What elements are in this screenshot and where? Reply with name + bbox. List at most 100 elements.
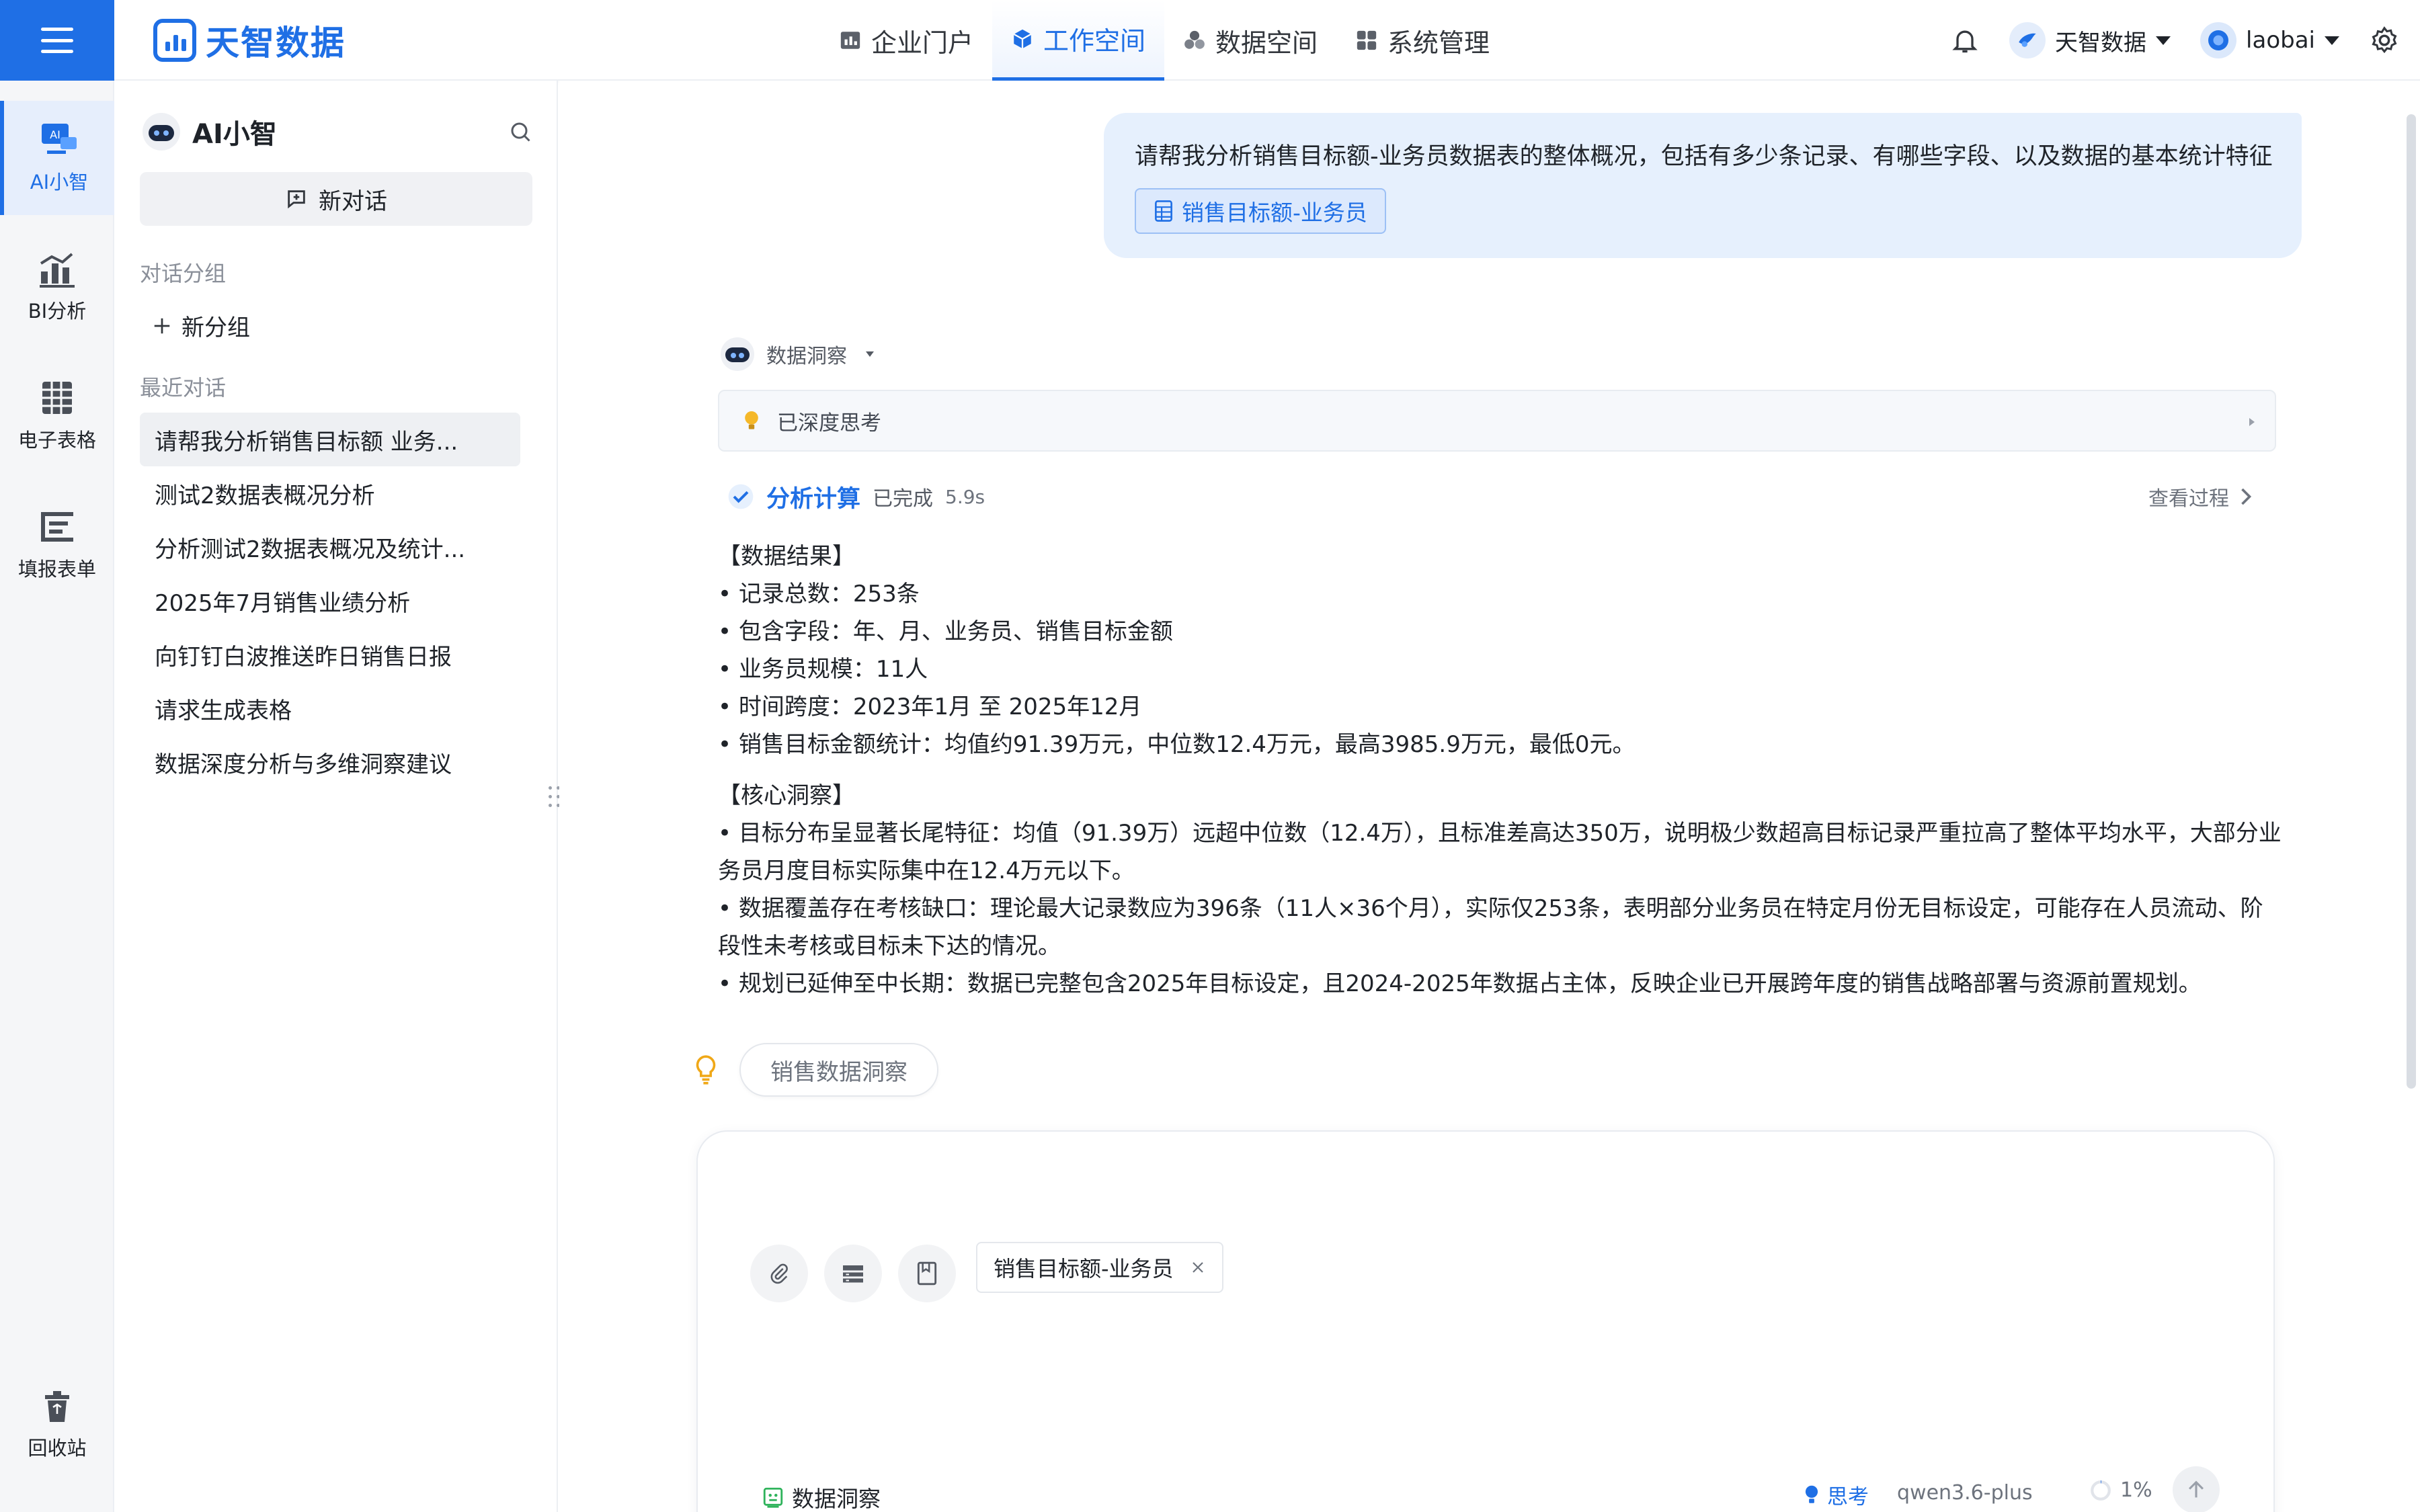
conversation-header: AI小智 bbox=[143, 105, 532, 159]
cluster-icon bbox=[1184, 30, 1205, 49]
rail-label: BI分析 bbox=[28, 300, 87, 323]
mode-selector[interactable]: 数据洞察 bbox=[762, 1481, 881, 1512]
attach-button[interactable] bbox=[750, 1245, 808, 1302]
rail-item-ai-assistant[interactable]: AI AI小智 bbox=[0, 101, 114, 215]
conversation-item[interactable]: 2025年7月销售业绩分析 bbox=[140, 574, 520, 628]
analysis-duration: 5.9s bbox=[945, 485, 985, 508]
top-nav: 企业门户 工作空间 数据空间 系统管理 bbox=[820, 0, 1508, 81]
gear-icon[interactable] bbox=[2369, 25, 2400, 56]
conversation-item[interactable]: 数据深度分析与多维洞察建议 bbox=[140, 735, 520, 789]
table-select-button[interactable] bbox=[824, 1245, 882, 1302]
insight-item: • 目标分布呈显著长尾特征：均值（91.39万）远超中位数（12.4万），且标准… bbox=[718, 820, 2282, 884]
plus-icon bbox=[154, 318, 170, 333]
nav-label: 企业门户 bbox=[871, 28, 974, 58]
nav-system-admin[interactable]: 系统管理 bbox=[1336, 0, 1508, 81]
nav-label: 系统管理 bbox=[1387, 28, 1490, 58]
robot-icon bbox=[721, 337, 754, 371]
nav-label: 数据空间 bbox=[1215, 28, 1318, 58]
insight-mode-icon bbox=[763, 1487, 783, 1508]
trash-icon bbox=[45, 1391, 69, 1422]
rail-label: 填报表单 bbox=[17, 558, 96, 581]
new-chat-label: 新对话 bbox=[319, 187, 387, 215]
user-name: laobai bbox=[2246, 27, 2315, 54]
composer-attachment-name: 销售目标额-业务员 bbox=[994, 1256, 1174, 1282]
insight-item: • 规划已延伸至中长期：数据已完整包含2025年目标设定，且2024-2025年… bbox=[718, 970, 2202, 997]
view-process-label: 查看过程 bbox=[2148, 487, 2229, 511]
bookmark-button[interactable] bbox=[898, 1245, 956, 1302]
result-item: • 销售目标金额统计：均值约91.39万元，中位数12.4万元，最高3985.9… bbox=[718, 731, 1636, 758]
logo-mark-icon bbox=[153, 19, 196, 62]
thinking-label: 已深度思考 bbox=[777, 411, 881, 435]
org-switcher[interactable]: 天智数据 bbox=[2009, 22, 2171, 58]
model-selector[interactable]: qwen3.6-plus bbox=[1897, 1481, 2033, 1505]
rail-item-bi-analysis[interactable]: BI分析 bbox=[0, 230, 114, 344]
conversation-item[interactable]: 请帮我分析销售目标额 业务... bbox=[140, 413, 520, 466]
recycle-label: 回收站 bbox=[28, 1437, 87, 1460]
rail-label: 电子表格 bbox=[17, 429, 96, 452]
bell-icon[interactable] bbox=[1950, 25, 1980, 56]
conversation-item[interactable]: 向钉钉白波推送昨日销售日报 bbox=[140, 628, 520, 681]
think-toggle[interactable]: 思考 bbox=[1803, 1480, 1869, 1510]
nav-data-space[interactable]: 数据空间 bbox=[1164, 0, 1336, 81]
user-menu[interactable]: laobai bbox=[2200, 22, 2339, 58]
ai-monitor-icon: AI bbox=[42, 124, 77, 154]
user-attachment-chip[interactable]: 销售目标额-业务员 bbox=[1135, 188, 1386, 234]
new-group-button[interactable]: 新分组 bbox=[152, 309, 250, 342]
menu-toggle-button[interactable] bbox=[0, 0, 114, 81]
spreadsheet-icon bbox=[42, 382, 72, 414]
bar-chart-icon bbox=[40, 253, 75, 288]
user-message-bubble: 请帮我分析销售目标额-业务员数据表的整体概况，包括有多少条记录、有哪些字段、以及… bbox=[1104, 113, 2302, 258]
conversation-item[interactable]: 测试2数据表概况分析 bbox=[140, 466, 520, 520]
brand-name: 天智数据 bbox=[206, 24, 346, 62]
chevron-down-icon bbox=[2156, 36, 2171, 45]
mode-label: 数据洞察 bbox=[792, 1486, 881, 1512]
close-icon[interactable] bbox=[1190, 1259, 1206, 1275]
think-label: 思考 bbox=[1827, 1485, 1869, 1509]
analysis-status: 已完成 bbox=[873, 487, 934, 511]
send-button[interactable] bbox=[2173, 1466, 2220, 1512]
context-usage-value: 1% bbox=[2120, 1478, 2152, 1502]
svg-text:AI: AI bbox=[50, 128, 61, 141]
composer-attachment-chip[interactable]: 销售目标额-业务员 bbox=[976, 1242, 1223, 1293]
attachment-name: 销售目标额-业务员 bbox=[1182, 200, 1367, 226]
expand-arrow-icon bbox=[2249, 418, 2255, 426]
bookmark-icon bbox=[917, 1261, 937, 1286]
suggested-question-chip[interactable]: 销售数据洞察 bbox=[739, 1043, 938, 1097]
user-message-text: 请帮我分析销售目标额-业务员数据表的整体概况，包括有多少条记录、有哪些字段、以及… bbox=[1135, 143, 2273, 170]
bot-name: 数据洞察 bbox=[766, 345, 847, 368]
paperclip-icon bbox=[770, 1263, 788, 1284]
nav-workspace[interactable]: 工作空间 bbox=[992, 0, 1165, 81]
hamburger-icon bbox=[41, 28, 73, 53]
bot-answer: 【数据结果】 • 记录总数：253条 • 包含字段：年、月、业务员、销售目标金额… bbox=[718, 538, 2284, 1016]
recycle-bin[interactable]: 回收站 bbox=[0, 1375, 114, 1476]
thinking-panel[interactable]: 已深度思考 bbox=[718, 390, 2276, 452]
top-right-tools: 天智数据 laobai bbox=[1950, 0, 2400, 81]
result-item: • 时间跨度：2023年1月 至 2025年12月 bbox=[718, 694, 1142, 720]
form-icon bbox=[41, 512, 73, 542]
chevron-down-icon bbox=[866, 351, 874, 357]
bot-header[interactable]: 数据洞察 bbox=[721, 337, 874, 371]
top-bar: 天智数据 企业门户 工作空间 数据空间 系统管理 天智数据 laobai bbox=[0, 0, 2420, 81]
nav-label: 工作空间 bbox=[1043, 26, 1146, 56]
rail-item-form[interactable]: 填报表单 bbox=[0, 488, 114, 602]
chat-scrollbar[interactable] bbox=[2407, 114, 2416, 1089]
robot-icon bbox=[143, 113, 180, 151]
database-table-icon bbox=[843, 1265, 863, 1283]
progress-ring-icon bbox=[2091, 1480, 2111, 1501]
table-file-icon bbox=[1155, 200, 1172, 222]
nav-enterprise-portal[interactable]: 企业门户 bbox=[820, 0, 992, 81]
search-icon[interactable] bbox=[508, 120, 532, 144]
new-chat-button[interactable]: 新对话 bbox=[140, 172, 532, 226]
view-process-link[interactable]: 查看过程 bbox=[2148, 478, 2253, 515]
rail-item-spreadsheet[interactable]: 电子表格 bbox=[0, 359, 114, 473]
check-icon bbox=[728, 484, 754, 509]
org-name: 天智数据 bbox=[2055, 29, 2147, 56]
result-heading: 【数据结果】 bbox=[718, 543, 855, 570]
new-chat-icon bbox=[288, 190, 305, 209]
conversation-list: 请帮我分析销售目标额 业务... 测试2数据表概况分析 分析测试2数据表概况及统… bbox=[140, 413, 520, 789]
conversation-item[interactable]: 分析测试2数据表概况及统计... bbox=[140, 520, 520, 574]
conversation-item[interactable]: 请求生成表格 bbox=[140, 681, 520, 735]
lightbulb-icon bbox=[745, 411, 758, 429]
message-composer[interactable]: 销售目标额-业务员 数据洞察 思考 qwen3.6-plus 1% bbox=[696, 1130, 2275, 1512]
brand-logo[interactable]: 天智数据 bbox=[153, 17, 346, 63]
